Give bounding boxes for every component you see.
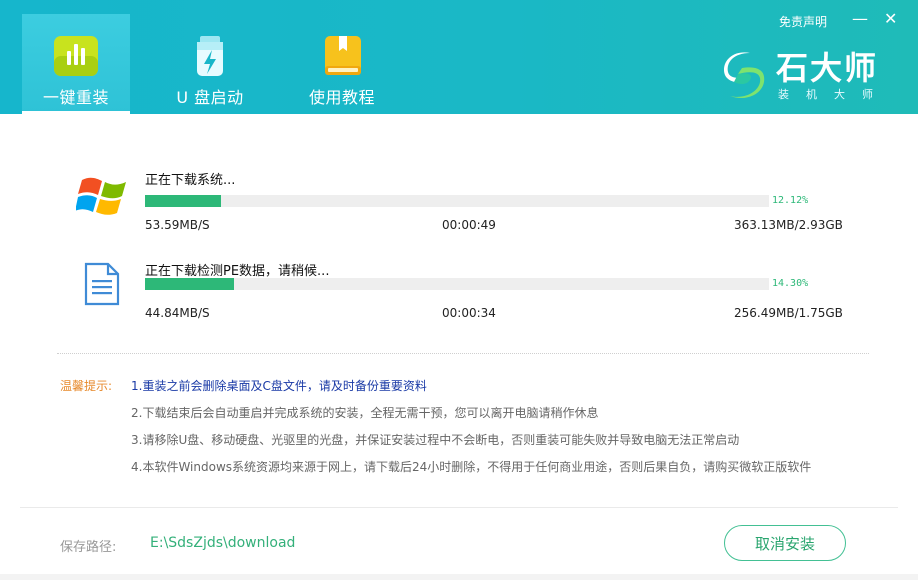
bar-chart-icon [54,36,98,76]
tab-tutorial[interactable]: 使用教程 [288,14,396,114]
download-task-pe: 正在下载检测PE数据，请稍候... 14.30% 44.84MB/S 00:00… [0,250,918,330]
progress-percent: 14.30% [772,278,809,289]
progress-fill [145,278,235,290]
download-size: 256.49MB/1.75GB [734,306,843,320]
tip-item: 2.下载结束后会自动重启并完成系统的安装，全程无需干预，您可以离开电脑请稍作休息 [131,406,599,420]
tab-usb-boot[interactable]: U 盘启动 [156,14,264,114]
document-icon [84,262,120,306]
usb-lightning-icon [197,36,223,76]
save-path-label: 保存路径: [60,540,117,555]
brand-logo: 石大师 装机大师 [720,48,890,108]
remaining-time: 00:00:34 [442,306,496,320]
progress-percent: 12.12% [772,195,809,206]
tips-label: 温馨提示: [60,379,113,393]
logo-swirl-icon [724,52,765,99]
windows-logo-icon [76,177,126,215]
section-divider [57,353,869,354]
save-path-value[interactable]: E:\SdsZjds\download [150,535,295,551]
tab-label: 使用教程 [308,88,375,107]
progress-track [145,278,769,290]
close-button[interactable]: ✕ [884,10,897,28]
brand-title: 石大师 [776,49,879,87]
tab-label: 一键重装 [42,88,109,107]
download-task-system: 正在下载系统... 12.12% 53.59MB/S 00:00:49 363.… [0,160,918,240]
window-bottom-edge [0,574,918,580]
tab-label: U 盘启动 [176,88,244,107]
header-bar: 一键重装 U 盘启动 使用教程 免责声明 — ✕ 石大师 装机大师 [0,0,918,114]
active-tab-indicator [22,111,130,114]
tip-item: 1.重装之前会删除桌面及C盘文件，请及时备份重要资料 [131,379,427,393]
progress-track [145,195,769,207]
cancel-install-button[interactable]: 取消安装 [724,525,846,561]
footer-divider [20,507,898,508]
remaining-time: 00:00:49 [442,218,496,232]
download-speed: 53.59MB/S [145,218,210,232]
task-title: 正在下载检测PE数据，请稍候... [145,264,330,279]
progress-fill [145,195,221,207]
tip-item: 3.请移除U盘、移动硬盘、光驱里的光盘，并保证安装过程中不会断电，否则重装可能失… [131,433,740,447]
download-size: 363.13MB/2.93GB [734,218,843,232]
minimize-button[interactable]: — [852,10,868,28]
book-icon [325,36,361,75]
tip-item: 4.本软件Windows系统资源均来源于网上，请下载后24小时删除，不得用于任何… [131,460,812,474]
tab-one-click-reinstall[interactable]: 一键重装 [22,14,130,114]
task-title: 正在下载系统... [145,173,236,188]
disclaimer-link[interactable]: 免责声明 [779,13,827,30]
brand-subtitle: 装机大师 [778,88,890,101]
download-speed: 44.84MB/S [145,306,210,320]
